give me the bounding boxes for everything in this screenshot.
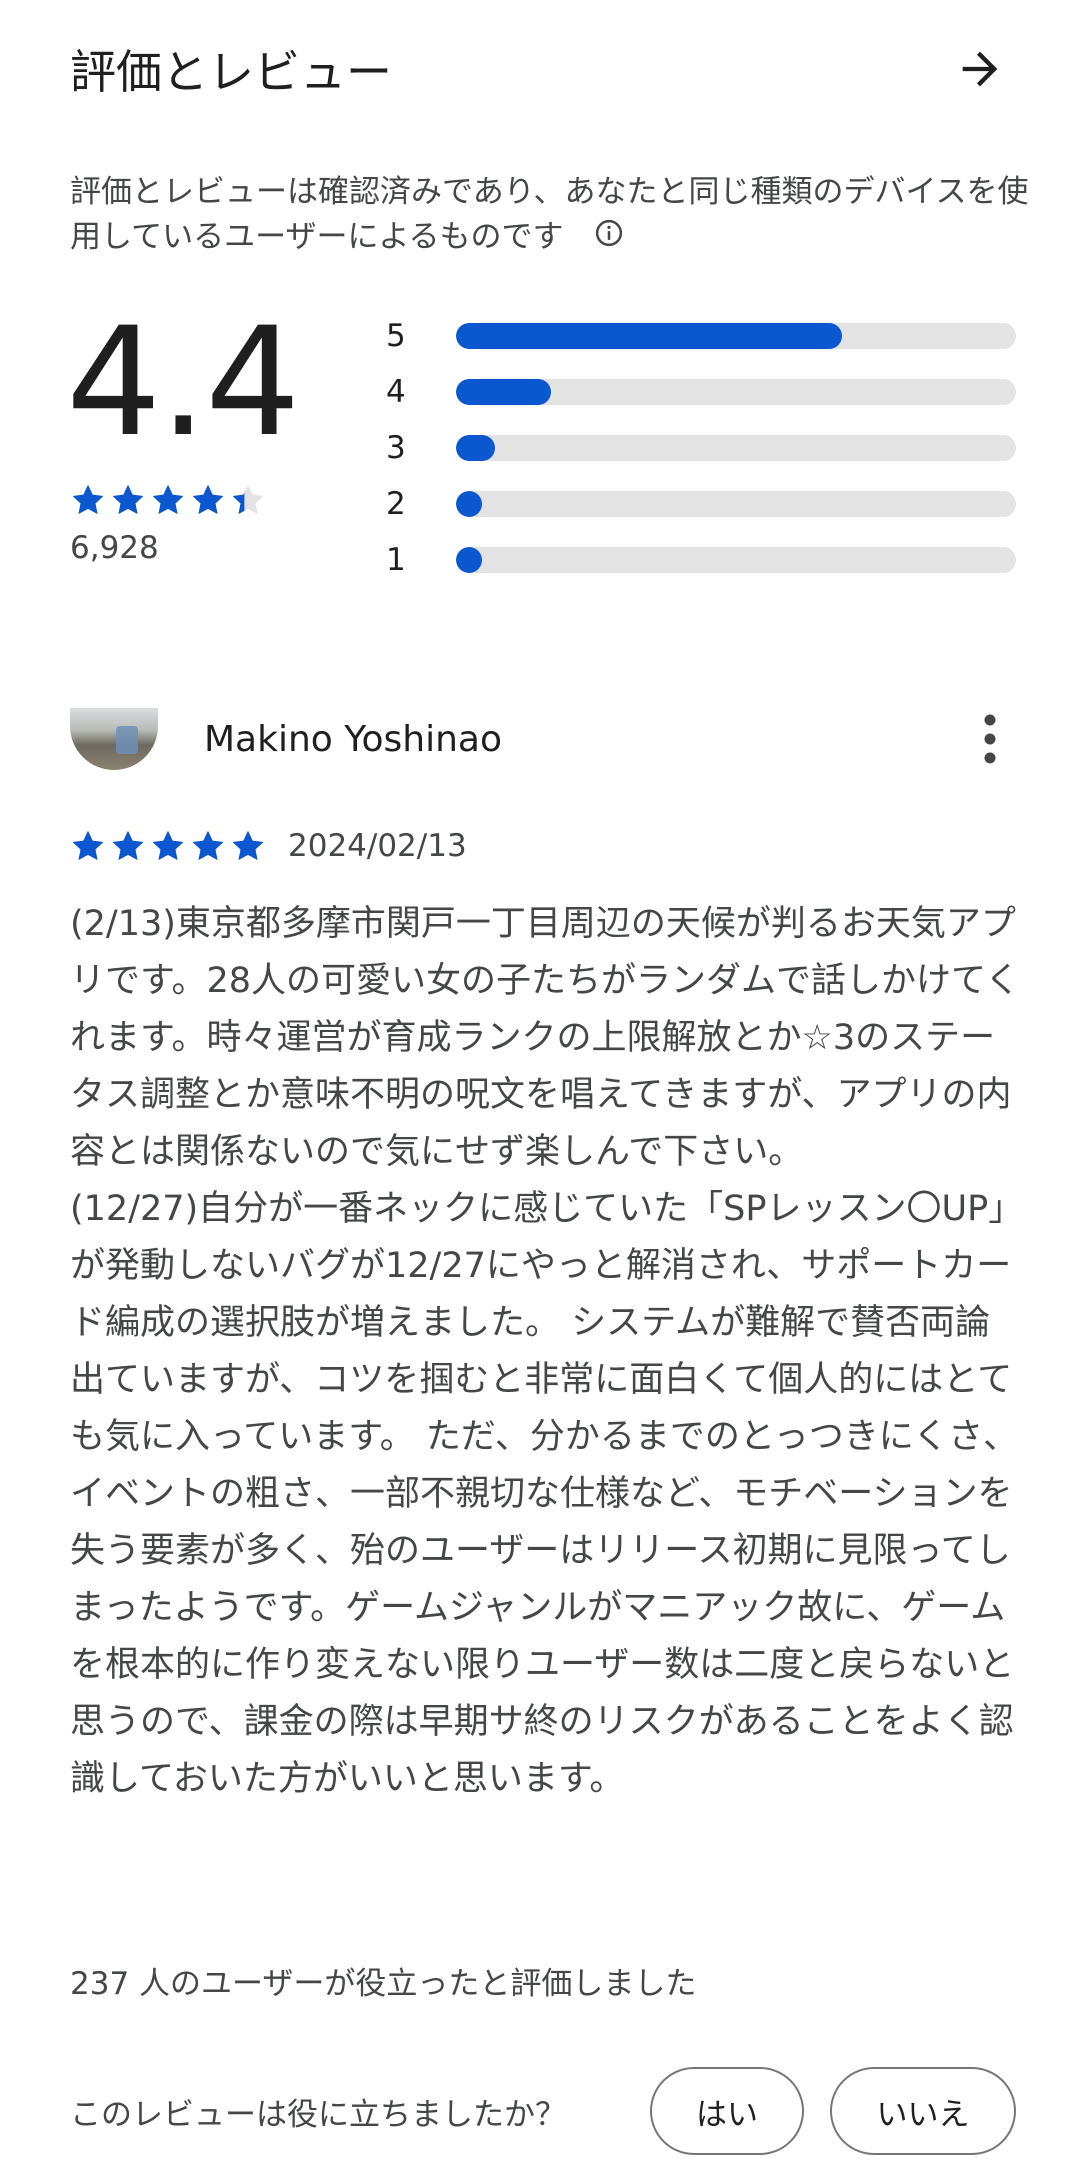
rating-bar-fill: [456, 323, 842, 349]
section-title: 評価とレビュー: [70, 45, 392, 99]
avatar: [70, 708, 158, 770]
star-icon: [152, 484, 184, 515]
rating-bar-label: 1: [386, 542, 406, 578]
review-text: (2/13)東京都多摩市関戸一丁目周辺の天候が判るお天気アプリです。28人の可愛…: [70, 904, 1020, 1799]
ratings-and-reviews-page: 評価とレビュー 評価とレビューは確認済みであり、あなたと同じ種類のデバイスを使用…: [0, 0, 1080, 2164]
star-icon: [192, 830, 224, 861]
review-feedback: このレビューは役に立ちましたか？ はい いいえ: [70, 2066, 1016, 2156]
ratings-notice-text: 評価とレビューは確認済みであり、あなたと同じ種類のデバイスを使用しているユーザー…: [70, 174, 1029, 255]
feedback-question: このレビューは役に立ちましたか？: [70, 2096, 566, 2133]
helpful-count: 237 人のユーザーが役立ったと評価しました: [70, 1966, 697, 2002]
rating-bar-fill: [456, 435, 495, 461]
arrow-right-icon[interactable]: [950, 39, 1010, 99]
rating-bar-row: 4: [386, 364, 1016, 420]
rating-bar-row: 1: [386, 532, 1016, 588]
review-star-rating: [70, 828, 266, 864]
star-icon: [232, 484, 264, 515]
ratings-notice: 評価とレビューは確認済みであり、あなたと同じ種類のデバイスを使用しているユーザー…: [70, 170, 1030, 261]
rating-bar-track: [456, 435, 1016, 461]
rating-count: 6,928: [70, 530, 159, 566]
review-meta: 2024/02/13: [70, 828, 467, 864]
star-icon: [112, 830, 144, 861]
reviewer-name: Makino Yoshinao: [204, 718, 502, 760]
section-header[interactable]: 評価とレビュー: [70, 34, 1010, 104]
more-vert-icon[interactable]: [970, 708, 1010, 770]
rating-bar-track: [456, 491, 1016, 517]
star-icon: [112, 484, 144, 515]
star-icon: [72, 830, 104, 861]
review-header: Makino Yoshinao: [70, 708, 1010, 770]
review-date: 2024/02/13: [288, 828, 467, 864]
rating-bar-track: [456, 379, 1016, 405]
yes-button[interactable]: はい: [650, 2067, 804, 2155]
rating-bar-label: 3: [386, 430, 406, 466]
no-button[interactable]: いいえ: [830, 2067, 1016, 2155]
star-icon: [192, 484, 224, 515]
rating-bar-label: 5: [386, 318, 406, 354]
average-star-rating: [70, 482, 266, 518]
rating-bar-label: 2: [386, 486, 406, 522]
info-icon[interactable]: [594, 216, 624, 261]
star-icon: [232, 830, 264, 861]
star-icon: [72, 484, 104, 515]
star-icon: [152, 830, 184, 861]
average-rating: 4.4: [66, 296, 301, 470]
rating-bar-row: 5: [386, 308, 1016, 364]
rating-bar-row: 2: [386, 476, 1016, 532]
rating-distribution: 5 4 3 2 1: [386, 308, 1016, 588]
rating-bar-track: [456, 547, 1016, 573]
rating-bar-fill: [456, 379, 551, 405]
rating-bar-label: 4: [386, 374, 406, 410]
rating-bar-track: [456, 323, 1016, 349]
rating-bar-row: 3: [386, 420, 1016, 476]
rating-bar-fill: [456, 491, 482, 517]
rating-bar-fill: [456, 547, 482, 573]
